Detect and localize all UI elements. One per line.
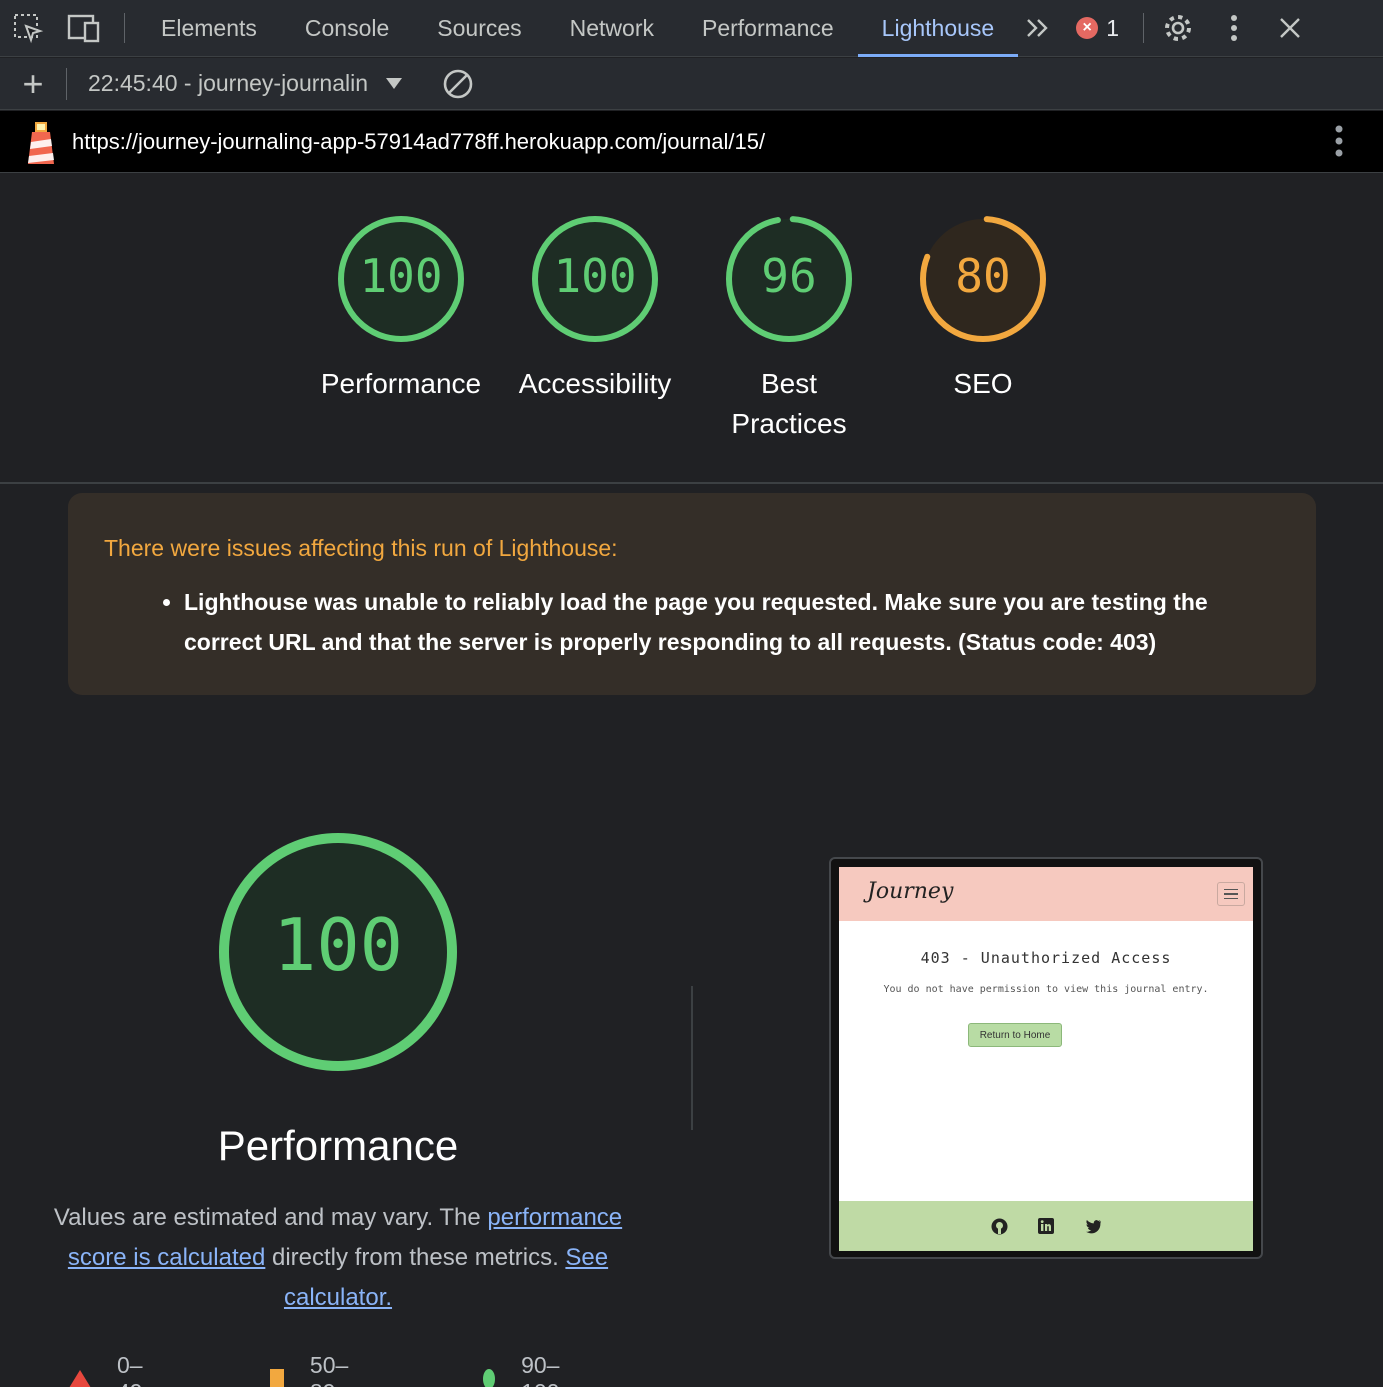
gauge-score: 100 [359, 249, 443, 303]
legend-range: 0–49 [117, 1352, 143, 1387]
hamburger-menu-icon [1217, 882, 1245, 906]
tab-elements[interactable]: Elements [137, 0, 281, 57]
tab-sources[interactable]: Sources [413, 0, 545, 57]
square-icon [270, 1369, 284, 1387]
screenshot-return-button: Return to Home [968, 1023, 1062, 1047]
gauge-score: 80 [955, 249, 1011, 303]
report-menu-icon[interactable] [1335, 125, 1343, 162]
legend-fail: 0–49 [69, 1352, 143, 1387]
tab-console[interactable]: Console [281, 0, 413, 57]
legend-average: 50–89 [270, 1352, 354, 1387]
gauge-performance[interactable]: 100 Performance [311, 214, 491, 404]
report-url[interactable]: https://journey-journaling-app-57914ad77… [72, 129, 765, 155]
legend-pass: 90–100 [483, 1352, 567, 1387]
screenshot-title: 403 - Unauthorized Access [920, 949, 1172, 967]
error-count: 1 [1106, 14, 1120, 41]
tab-performance[interactable]: Performance [678, 0, 858, 57]
more-options-icon[interactable] [1206, 0, 1262, 56]
gauge-label: SEO [953, 368, 1013, 399]
desc-text-1: Values are estimated and may vary. The [53, 1204, 488, 1231]
tab-separator [124, 13, 125, 43]
legend-range: 50–89 [309, 1352, 349, 1387]
final-screenshot[interactable]: Journey 403 - Unauthorized Access You do… [829, 857, 1263, 1259]
performance-big-gauge: 100 [217, 831, 459, 1078]
lighthouse-logo-icon [24, 118, 58, 166]
desc-text-2: directly from these metrics. [265, 1244, 566, 1271]
gauge-score: 100 [553, 249, 637, 303]
tab-lighthouse[interactable]: Lighthouse [857, 0, 1019, 57]
settings-gear-icon[interactable] [1150, 0, 1206, 56]
gauge-accessibility[interactable]: 100 Accessibility [505, 214, 685, 404]
warning-list: Lighthouse was unable to reliably load t… [104, 582, 1280, 662]
screenshot-header: Journey [839, 867, 1253, 921]
tab-network[interactable]: Network [546, 0, 678, 57]
big-gauge-score: 100 [272, 903, 404, 987]
warning-item: Lighthouse was unable to reliably load t… [184, 582, 1280, 662]
inspect-element-icon[interactable] [0, 0, 56, 56]
gauge-best-practices[interactable]: 96 Best Practices [699, 214, 879, 444]
report-url-bar: https://journey-journaling-app-57914ad77… [0, 111, 1383, 173]
error-icon: × [1076, 17, 1099, 39]
legend-range: 90–100 [521, 1352, 560, 1387]
linkedin-icon [1038, 1218, 1055, 1235]
devtools-tab-bar: Elements Console Sources Network Perform… [0, 0, 1383, 57]
toolbar-separator [1143, 13, 1145, 43]
dropdown-caret-icon [386, 78, 403, 89]
warning-title: There were issues affecting this run of … [104, 535, 618, 561]
close-devtools-icon[interactable] [1262, 0, 1318, 56]
triangle-icon [69, 1370, 91, 1387]
gauge-label: Best Practices [731, 368, 847, 439]
screenshot-message: You do not have permission to view this … [883, 984, 1209, 995]
gauge-label: Accessibility [518, 368, 672, 399]
screenshot-logo: Journey [867, 879, 954, 904]
report-selector-label: 22:45:40 - journey-journalin [88, 70, 369, 96]
screenshot-page: Journey 403 - Unauthorized Access You do… [839, 867, 1253, 1251]
report-selector[interactable]: 22:45:40 - journey-journalin [67, 70, 403, 97]
twitter-icon [1085, 1218, 1102, 1235]
runtime-warning-box: There were issues affecting this run of … [68, 493, 1316, 695]
new-report-plus-icon[interactable]: + [0, 63, 66, 105]
gauge-label: Performance [320, 368, 482, 399]
gauge-score: 96 [761, 249, 817, 303]
lighthouse-toolbar: + 22:45:40 - journey-journalin [0, 58, 1383, 110]
category-scores: 100 Performance 100 Accessibility 96 Bes… [0, 174, 1383, 484]
gauge-seo[interactable]: 80 SEO [893, 214, 1073, 404]
device-toolbar-icon[interactable] [56, 0, 112, 56]
more-tabs-icon[interactable] [1018, 0, 1058, 56]
github-icon [991, 1218, 1008, 1235]
performance-description: Values are estimated and may vary. The p… [48, 1198, 628, 1318]
circle-icon [483, 1369, 496, 1387]
error-counter[interactable]: × 1 [1058, 15, 1137, 42]
clear-reports-icon[interactable] [442, 68, 474, 100]
performance-title: Performance [217, 1122, 459, 1169]
screenshot-footer [839, 1201, 1253, 1251]
section-divider [691, 986, 693, 1130]
